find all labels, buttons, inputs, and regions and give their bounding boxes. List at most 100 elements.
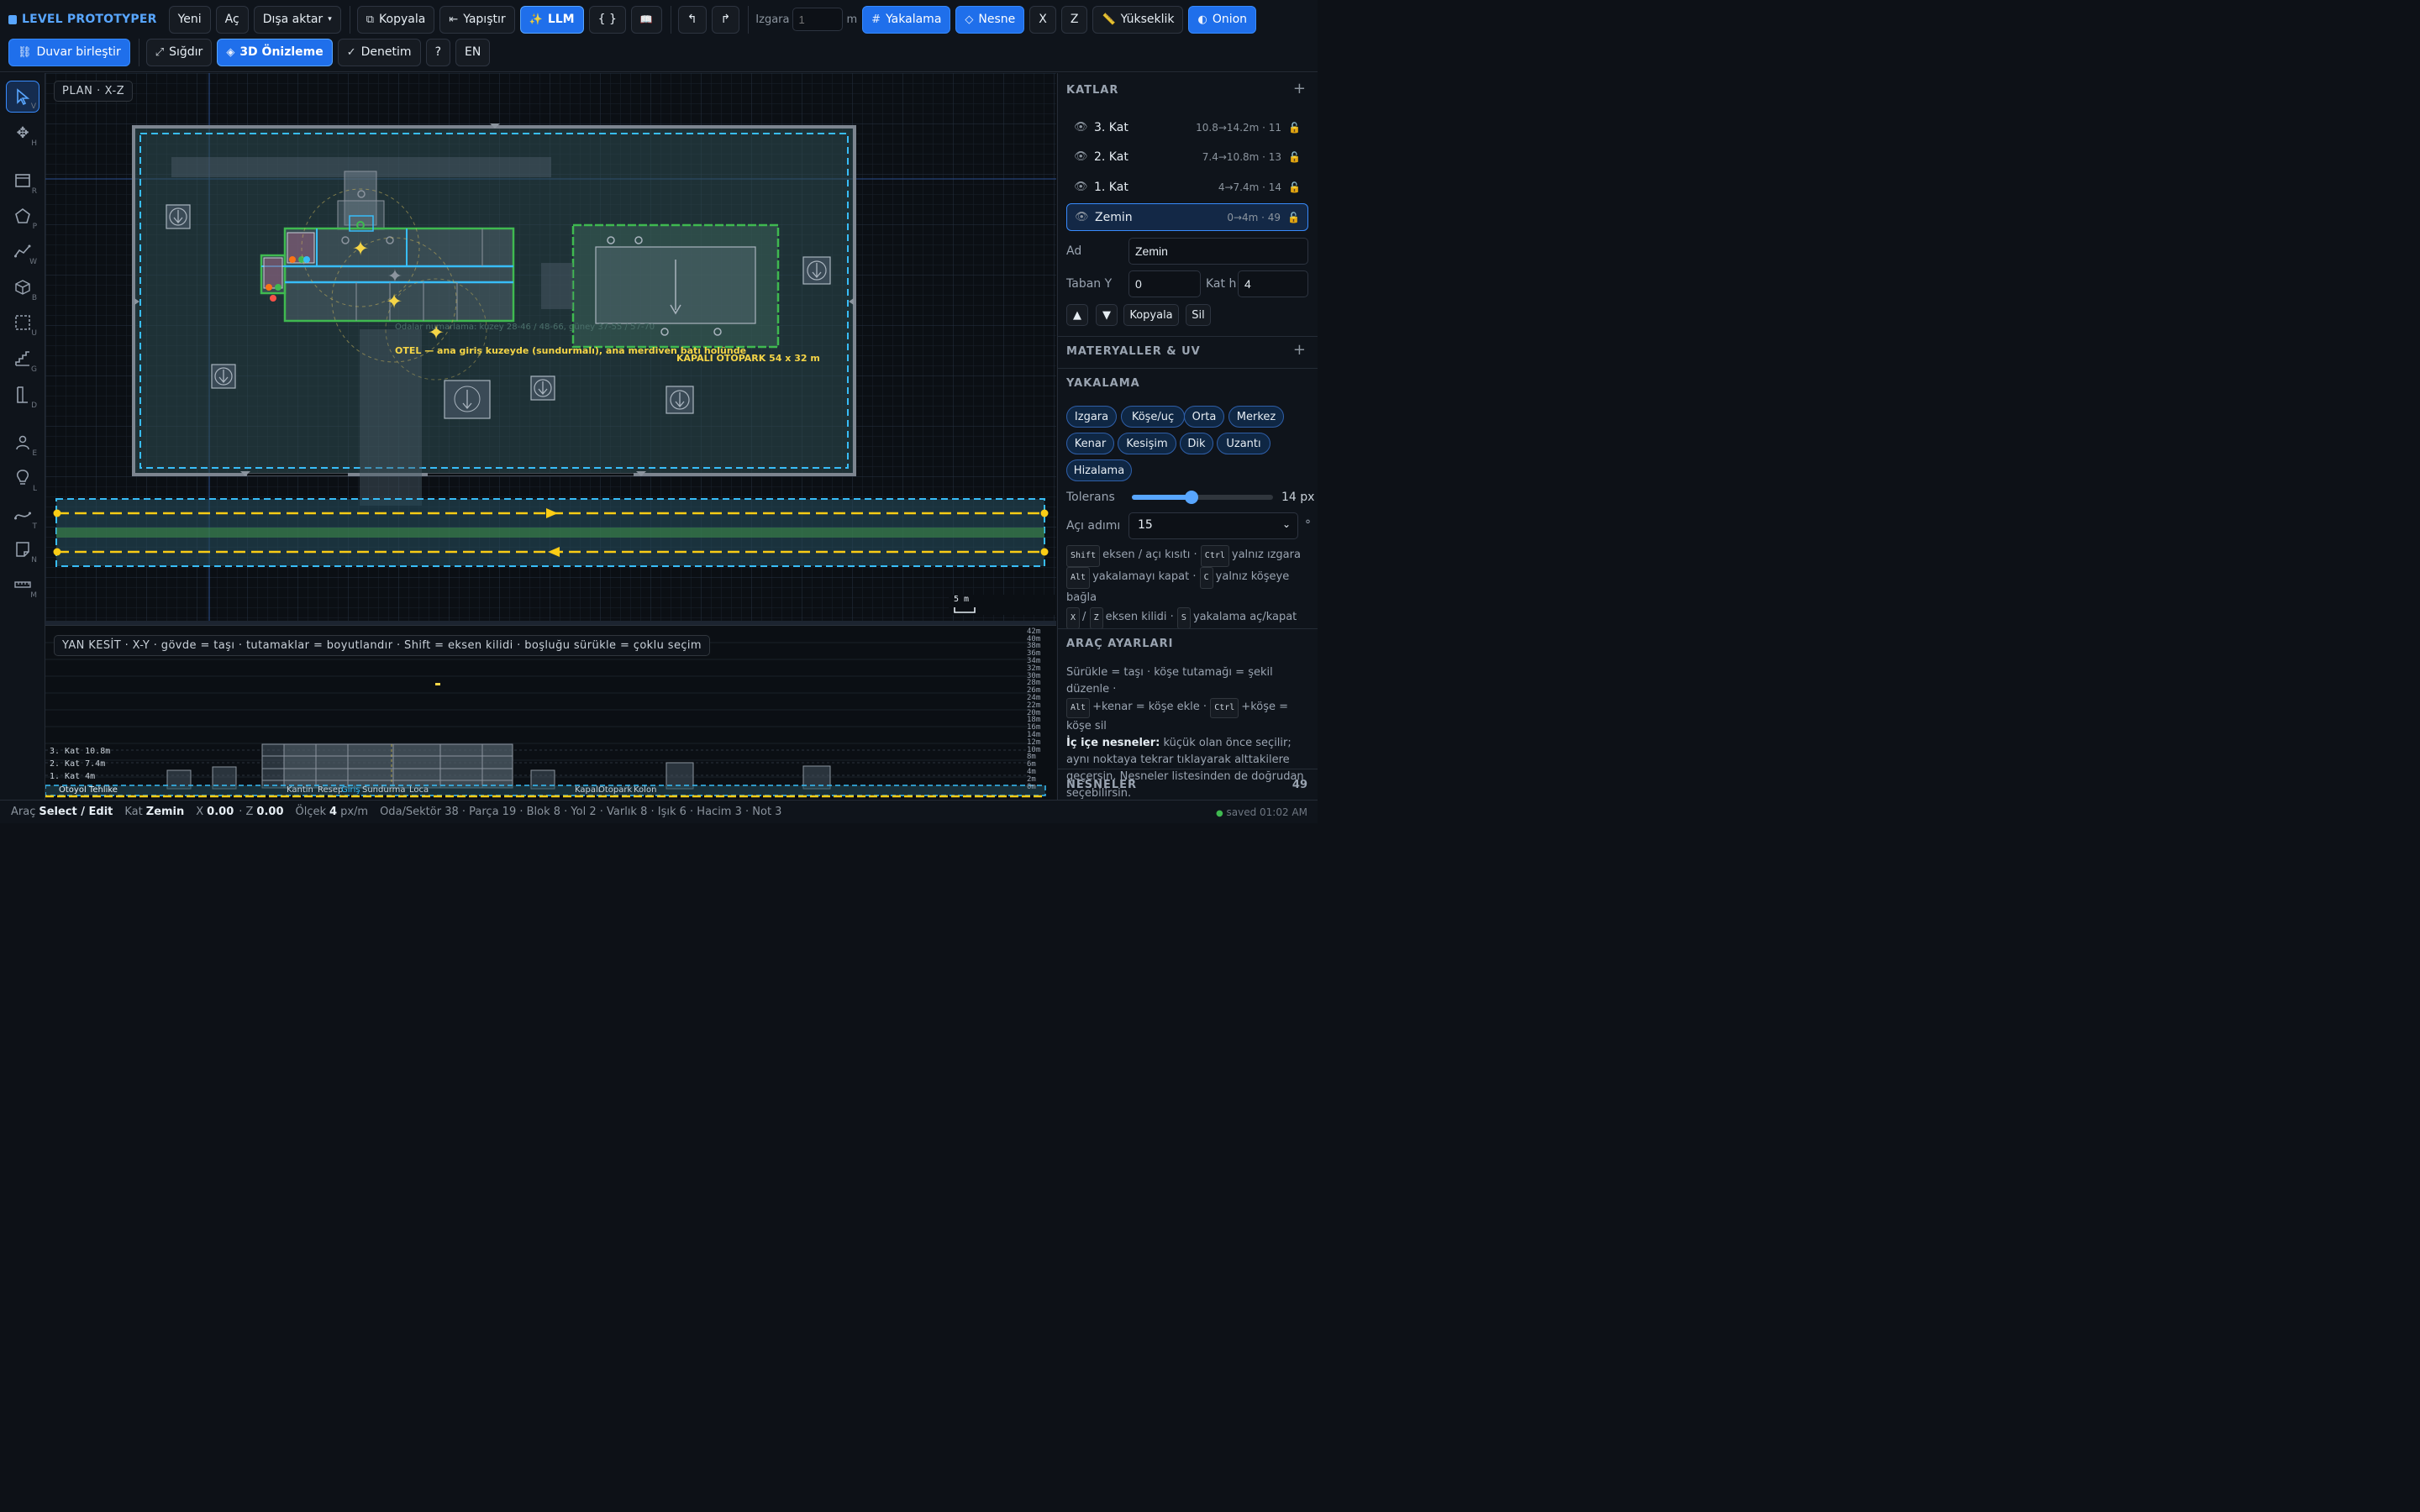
block-tool[interactable]: B (6, 271, 39, 303)
eye-icon[interactable]: 👁 (1074, 121, 1088, 134)
tolerance-label: Tolerans (1066, 491, 1115, 504)
height-button[interactable]: 📏 Yükseklik (1092, 5, 1184, 34)
layer-item[interactable]: 👁 3. Kat 10.8→14.2m · 11 🔓 (1066, 113, 1308, 141)
redo-button[interactable]: ↱ (711, 5, 740, 34)
language-button[interactable]: EN (455, 38, 491, 66)
fit-icon: ⤢ (155, 45, 165, 59)
snap-chip-vertex[interactable]: Köşe/uç (1121, 406, 1185, 428)
copy-button[interactable]: ⧉ Kopyala (356, 5, 435, 34)
tolerance-slider[interactable] (1132, 491, 1273, 504)
layer-item[interactable]: 👁 1. Kat 4→7.4m · 14 🔓 (1066, 173, 1308, 201)
move-tool[interactable]: ✥ H (6, 117, 39, 149)
height-ruler: 44m42m40m38m36m34m32m30m28m26m24m22m20m1… (1027, 626, 1055, 800)
grid-size-input[interactable] (792, 8, 844, 31)
spawn-marker[interactable] (211, 364, 236, 389)
lock-icon[interactable]: 🔓 (1288, 151, 1301, 163)
delete-layer-button[interactable]: Sil (1186, 304, 1211, 326)
tool-key: G (31, 365, 37, 374)
status-counts: Oda/Sektör 38 · Parça 19 · Blok 8 · Yol … (380, 806, 782, 818)
new-button[interactable]: Yeni (168, 5, 211, 34)
snap-chip-extension[interactable]: Uzantı (1217, 433, 1270, 454)
axis-x-button[interactable]: X (1029, 5, 1056, 34)
road-path[interactable] (53, 498, 1049, 567)
snap-label: Yakalama (886, 13, 942, 26)
volume-tool[interactable]: U (6, 307, 39, 339)
copy-layer-button[interactable]: Kopyala (1123, 304, 1179, 326)
preview-3d-button[interactable]: ◈ 3D Önizleme (217, 38, 333, 66)
snap-chip-center[interactable]: Merkez (1228, 406, 1284, 428)
snap-toggle[interactable]: # Yakalama (862, 5, 951, 34)
floor-labels: 3. Kat 10.8m 2. Kat 7.4m 1. Kat 4m (50, 745, 110, 783)
layer-name-input[interactable] (1128, 238, 1308, 265)
layer-item-selected[interactable]: 👁 Zemin 0→4m · 49 🔓 (1066, 203, 1308, 231)
light-icon[interactable]: ✦ (352, 237, 369, 260)
floor-height-input[interactable] (1238, 270, 1308, 297)
open-button[interactable]: Aç (215, 5, 249, 34)
undo-button[interactable]: ↰ (677, 5, 707, 34)
object-snap-toggle[interactable]: ◇ Nesne (955, 5, 1025, 34)
undo-icon: ↰ (687, 13, 697, 26)
snap-chip-align[interactable]: Hizalama (1066, 459, 1132, 481)
objects-title[interactable]: NESNELER (1066, 779, 1137, 791)
json-button[interactable]: { } (588, 5, 626, 34)
section-canvas[interactable]: YAN KESİT · X-Y · gövde = taşı · tutamak… (45, 625, 1056, 800)
snap-chip-intersection[interactable]: Kesişim (1118, 433, 1176, 454)
layer-item[interactable]: 👁 2. Kat 7.4→10.8m · 13 🔓 (1066, 143, 1308, 171)
plan-canvas[interactable]: ✦ ✦ ✦ ✦ PLAN · X-Z Odalar numarlama: kuz… (45, 73, 1056, 621)
spawn-marker[interactable] (530, 375, 555, 401)
snap-chip-grid[interactable]: Izgara (1066, 406, 1117, 428)
angle-step-select[interactable]: 15 ⌄ (1128, 512, 1298, 539)
measure-tool[interactable]: M (6, 569, 39, 601)
add-material-button[interactable]: + (1293, 341, 1306, 359)
axis-z-button[interactable]: Z (1060, 5, 1088, 34)
move-down-button[interactable]: ▼ (1096, 304, 1118, 326)
eye-icon[interactable]: 👁 (1075, 211, 1089, 223)
floor-height-label: Kat h (1206, 277, 1237, 291)
path-tool[interactable]: T (6, 500, 39, 532)
snap-chip-edge[interactable]: Kenar (1066, 433, 1114, 454)
spawn-marker[interactable] (666, 386, 694, 414)
tool-key: U (31, 329, 37, 338)
status-bar: Araç Select / Edit Kat Zemin X 0.00 · Z 0.00… (0, 800, 1318, 823)
export-label: Dışa aktar (262, 13, 324, 26)
light-icon[interactable]: ✦ (386, 290, 402, 313)
llm-button[interactable]: ✨ LLM (519, 5, 584, 34)
paste-button[interactable]: ⇤ Yapıştır (439, 5, 515, 34)
entity-tool[interactable]: E (6, 427, 39, 459)
prop-marker[interactable] (444, 380, 491, 419)
base-y-input[interactable] (1128, 270, 1201, 297)
stairs-tool[interactable]: G (6, 343, 39, 375)
spawn-marker[interactable] (802, 256, 831, 285)
merge-walls-button[interactable]: ⛓ Duvar birleştir (8, 38, 130, 66)
lock-icon[interactable]: 🔓 (1287, 212, 1300, 223)
snap-hints: Shift eksen / açı kısıtı · Ctrl yalnız ızg… (1066, 545, 1312, 629)
move-up-button[interactable]: ▲ (1066, 304, 1088, 326)
key-hint: Alt (1066, 567, 1091, 589)
wall-tool[interactable]: W (6, 235, 39, 267)
fit-button[interactable]: ⤢ Sığdır (145, 38, 213, 66)
eye-icon[interactable]: 👁 (1074, 181, 1088, 193)
spawn-marker[interactable] (166, 204, 191, 229)
eye-icon[interactable]: 👁 (1074, 150, 1088, 163)
audit-button[interactable]: ✓ Denetim (337, 38, 421, 66)
help-button[interactable]: ? (425, 38, 450, 66)
tolerance-thumb[interactable] (1184, 491, 1198, 504)
export-button[interactable]: Dışa aktar ▾ (253, 5, 341, 34)
add-layer-button[interactable]: + (1293, 80, 1306, 97)
snap-chip-perpendicular[interactable]: Dik (1180, 433, 1213, 454)
door-tool[interactable]: D (6, 379, 39, 411)
polygon-tool[interactable]: P (6, 200, 39, 232)
lock-icon[interactable]: 🔓 (1288, 181, 1301, 193)
select-tool[interactable]: V (6, 81, 39, 113)
snap-chip-mid[interactable]: Orta (1184, 406, 1224, 428)
hint-text: +kenar = köşe ekle · (1092, 701, 1207, 713)
onion-toggle[interactable]: ◐ Onion (1188, 5, 1257, 34)
light-tool[interactable]: L (6, 462, 39, 494)
lock-icon[interactable]: 🔓 (1288, 122, 1301, 134)
light-icon[interactable]: ✦ (387, 266, 402, 287)
note-tool[interactable]: N (6, 533, 39, 565)
key-hint: C (1199, 567, 1213, 589)
docs-button[interactable]: 📖 (630, 5, 662, 34)
onion-label: Onion (1212, 13, 1248, 26)
room-tool[interactable]: R (6, 165, 39, 197)
